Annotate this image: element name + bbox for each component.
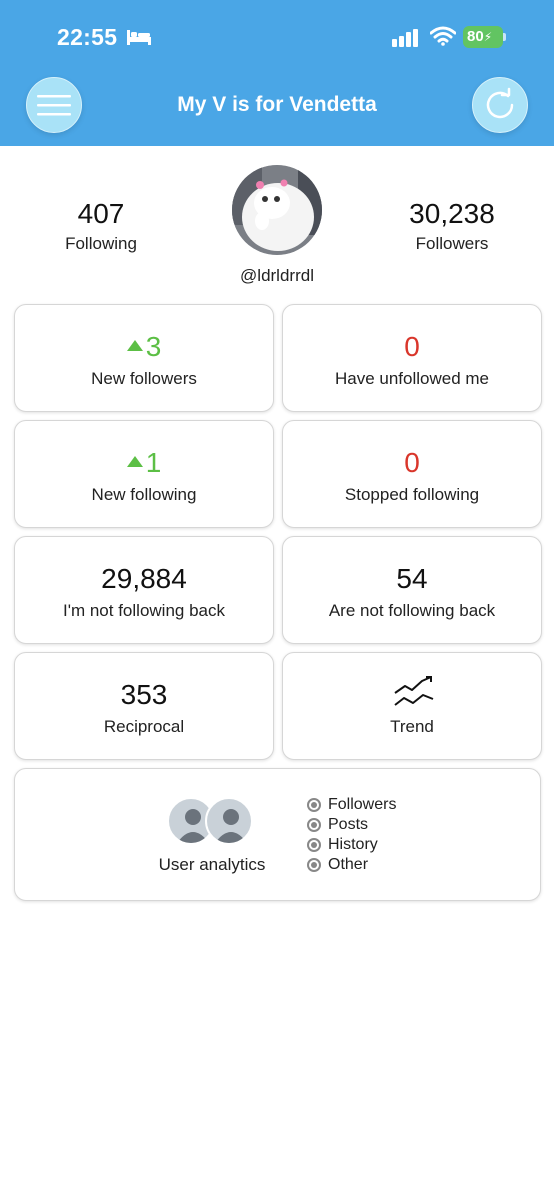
battery-tip	[503, 33, 506, 41]
analytics-option-posts[interactable]: Posts	[307, 815, 396, 835]
user-placeholder-icon	[205, 797, 253, 845]
not-following-back-me-card[interactable]: 29,884 I'm not following back	[14, 536, 274, 644]
battery-indicator: 80⚡	[463, 26, 507, 48]
analytics-option-other[interactable]: Other	[307, 855, 396, 875]
followers-label: Followers	[415, 234, 489, 253]
radio-icon	[307, 858, 321, 872]
analytics-option-followers[interactable]: Followers	[307, 795, 396, 815]
new-followers-label: New followers	[91, 369, 197, 388]
profile-avatar[interactable]	[232, 165, 322, 255]
new-following-value: 1	[145, 447, 162, 478]
charging-bolt-icon: ⚡	[483, 30, 493, 44]
battery-level: 80⚡	[463, 26, 503, 48]
cellular-signal-icon	[392, 29, 418, 47]
user-analytics-label: User analytics	[158, 855, 266, 874]
refresh-button[interactable]	[472, 77, 528, 133]
trend-chart-icon	[394, 676, 434, 706]
stopped-following-card[interactable]: 0 Stopped following	[282, 420, 542, 528]
following-count: 407	[77, 198, 125, 229]
new-following-label: New following	[91, 485, 197, 504]
trend-label: Trend	[390, 717, 434, 736]
username: @ldrldrrdl	[240, 266, 314, 285]
analytics-option-label: History	[328, 836, 378, 853]
following-label: Following	[65, 234, 137, 253]
not-following-back-them-card[interactable]: 54 Are not following back	[282, 536, 542, 644]
new-followers-card[interactable]: 3 New followers	[14, 304, 274, 412]
user-analytics-card[interactable]: User analytics Followers Posts History O…	[14, 768, 541, 901]
up-arrow-icon	[126, 456, 143, 467]
unfollowed-me-value: 0	[404, 331, 420, 362]
up-arrow-icon	[126, 340, 143, 351]
reciprocal-card[interactable]: 353 Reciprocal	[14, 652, 274, 760]
radio-icon	[307, 798, 321, 812]
new-followers-value: 3	[145, 331, 162, 362]
reciprocal-value: 353	[120, 679, 168, 710]
not-following-back-them-label: Are not following back	[328, 601, 496, 620]
unfollowed-me-card[interactable]: 0 Have unfollowed me	[282, 304, 542, 412]
radio-icon	[307, 818, 321, 832]
trend-card[interactable]: Trend	[282, 652, 542, 760]
analytics-avatars	[167, 797, 257, 845]
not-following-back-them-value: 54	[396, 563, 428, 594]
new-following-value-row: 1	[15, 447, 273, 479]
analytics-options-list: Followers Posts History Other	[307, 795, 396, 875]
battery-percent: 80	[467, 28, 484, 45]
status-time: 22:55	[57, 24, 118, 50]
sleep-bed-icon	[127, 30, 151, 45]
refresh-icon	[486, 87, 514, 119]
stopped-following-value: 0	[404, 447, 420, 478]
analytics-option-history[interactable]: History	[307, 835, 396, 855]
followers-stat[interactable]: 30,238 Followers	[382, 198, 522, 254]
following-stat[interactable]: 407 Following	[40, 198, 162, 254]
not-following-back-me-label: I'm not following back	[63, 601, 225, 620]
analytics-option-label: Posts	[328, 816, 369, 833]
app-header: 22:55 80⚡ My V is for Vendetta	[0, 0, 554, 146]
new-following-card[interactable]: 1 New following	[14, 420, 274, 528]
followers-count: 30,238	[409, 198, 495, 229]
app-title: My V is for Vendetta	[177, 93, 377, 116]
analytics-option-label: Followers	[328, 796, 397, 813]
not-following-back-me-value: 29,884	[101, 563, 187, 594]
stopped-following-label: Stopped following	[344, 485, 480, 504]
cat-photo-avatar	[232, 165, 322, 255]
analytics-option-label: Other	[328, 856, 369, 873]
reciprocal-label: Reciprocal	[103, 717, 185, 736]
unfollowed-me-label: Have unfollowed me	[334, 369, 490, 388]
new-followers-value-row: 3	[15, 331, 273, 363]
wifi-icon	[430, 26, 456, 46]
radio-icon	[307, 838, 321, 852]
